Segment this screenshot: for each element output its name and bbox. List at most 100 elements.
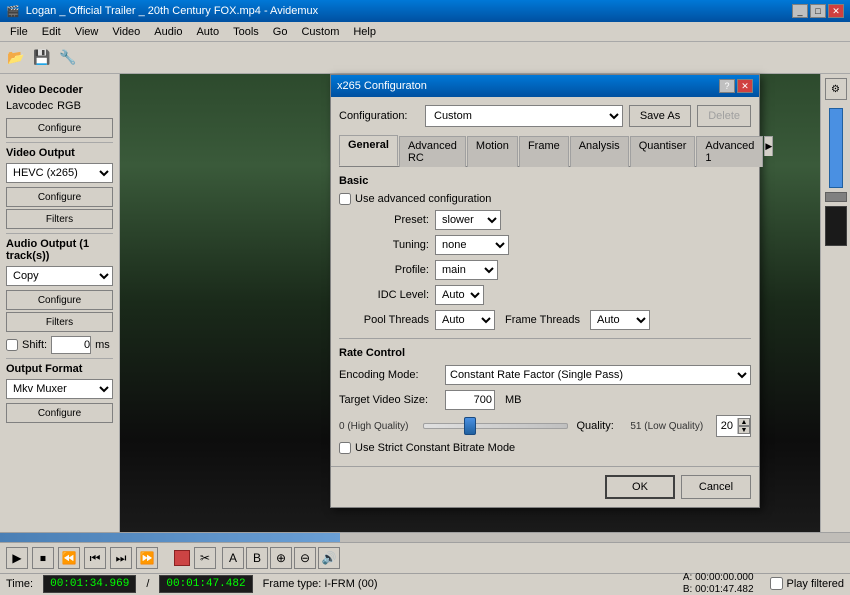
close-button[interactable]: ✕	[828, 4, 844, 18]
left-panel: Video Decoder Lavcodec RGB Configure Vid…	[0, 74, 120, 532]
fast-forward-button[interactable]: ⏩	[136, 547, 158, 569]
dialog-help-button[interactable]: ?	[719, 79, 735, 93]
maximize-button[interactable]: □	[810, 4, 826, 18]
encoding-mode-row: Encoding Mode: Constant Rate Factor (Sin…	[339, 365, 751, 385]
use-advanced-label: Use advanced configuration	[355, 193, 491, 205]
right-panel: ⚙	[820, 74, 850, 532]
menu-file[interactable]: File	[4, 24, 34, 40]
quality-value: 20	[717, 420, 737, 432]
idc-level-label: IDC Level:	[339, 289, 429, 301]
timeline-bar[interactable]	[0, 533, 850, 543]
right-slider[interactable]	[829, 108, 843, 188]
delete-button[interactable]: Delete	[697, 105, 751, 127]
video-decoder-title: Video Decoder	[6, 84, 113, 96]
video-output-title: Video Output	[6, 147, 113, 159]
pool-threads-select[interactable]: Auto	[435, 310, 495, 330]
menu-audio[interactable]: Audio	[148, 24, 188, 40]
tab-general[interactable]: General	[339, 135, 398, 166]
tab-advanced-rc[interactable]: Advanced RC	[399, 136, 466, 167]
tab-advanced1[interactable]: Advanced 1	[696, 136, 763, 167]
toolbar-settings-button[interactable]: 🔧	[56, 46, 80, 70]
quality-label-left: 0 (High Quality)	[339, 421, 419, 432]
lavcodec-label: Lavcodec	[6, 100, 53, 112]
quality-slider-thumb[interactable]	[464, 417, 476, 435]
config-select[interactable]: Custom	[425, 105, 623, 127]
minimize-button[interactable]: _	[792, 4, 808, 18]
play-button[interactable]: ▶	[6, 547, 28, 569]
idc-level-select[interactable]: Auto	[435, 285, 484, 305]
encoding-mode-select[interactable]: Constant Rate Factor (Single Pass)	[445, 365, 751, 385]
preset-select[interactable]: slower slow medium fast	[435, 210, 501, 230]
video-decoder-configure-button[interactable]: Configure	[6, 118, 113, 138]
menu-go[interactable]: Go	[267, 24, 294, 40]
tab-analysis[interactable]: Analysis	[570, 136, 629, 167]
rewind-button[interactable]: ⏪	[58, 547, 80, 569]
menu-edit[interactable]: Edit	[36, 24, 67, 40]
profile-select[interactable]: main main10 main12	[435, 260, 498, 280]
dialog-close-button[interactable]: ✕	[737, 79, 753, 93]
btn-a[interactable]: A	[222, 547, 244, 569]
play-filtered-checkbox[interactable]	[770, 577, 783, 590]
btn-d[interactable]: ⊖	[294, 547, 316, 569]
video-output-configure-button[interactable]: Configure	[6, 187, 113, 207]
x265-dialog: x265 Configuraton ? ✕ Configuration: Cus…	[330, 74, 760, 508]
use-advanced-checkbox[interactable]	[339, 193, 351, 205]
cancel-button[interactable]: Cancel	[681, 475, 751, 499]
menu-help[interactable]: Help	[347, 24, 382, 40]
menu-video[interactable]: Video	[106, 24, 146, 40]
play-filtered-label: Play filtered	[787, 578, 844, 590]
tuning-label: Tuning:	[339, 239, 429, 251]
shift-label: Shift:	[22, 339, 47, 351]
time-label: Time:	[6, 578, 33, 590]
record-button[interactable]	[174, 550, 190, 566]
cut-button[interactable]: ✂	[194, 547, 216, 569]
target-video-size-row: Target Video Size: MB	[339, 390, 751, 410]
save-as-button[interactable]: Save As	[629, 105, 691, 127]
right-panel-btn[interactable]: ⚙	[825, 78, 847, 100]
right-thumb[interactable]	[825, 192, 847, 202]
menu-tools[interactable]: Tools	[227, 24, 265, 40]
shift-input[interactable]	[51, 336, 91, 354]
pool-threads-label: Pool Threads	[339, 314, 429, 326]
frame-threads-select[interactable]: Auto	[590, 310, 650, 330]
tab-motion[interactable]: Motion	[467, 136, 518, 167]
quality-spinner: ▲ ▼	[737, 418, 750, 434]
stop-button[interactable]: ⏹	[32, 547, 54, 569]
btn-e[interactable]: 🔊	[318, 547, 340, 569]
quality-up-button[interactable]: ▲	[738, 418, 750, 426]
playback-controls: ▶ ⏹ ⏪ ⏮ ⏭ ⏩ ✂ A B ⊕ ⊖ 🔊	[0, 543, 850, 573]
tab-quantiser[interactable]: Quantiser	[630, 136, 696, 167]
audio-output-codec-select[interactable]: Copy	[6, 266, 113, 286]
menu-custom[interactable]: Custom	[295, 24, 345, 40]
btn-c[interactable]: ⊕	[270, 547, 292, 569]
prev-button[interactable]: ⏮	[84, 547, 106, 569]
dialog-title: x265 Configuraton	[337, 80, 427, 92]
next-button[interactable]: ⏭	[110, 547, 132, 569]
extra-buttons: A B ⊕ ⊖ 🔊	[222, 547, 340, 569]
output-format-configure-button[interactable]: Configure	[6, 403, 113, 423]
use-advanced-row: Use advanced configuration	[339, 193, 751, 205]
target-video-size-input[interactable]	[445, 390, 495, 410]
audio-output-filters-button[interactable]: Filters	[6, 312, 113, 332]
quality-slider-row: 0 (High Quality) Quality: 51 (Low Qualit…	[339, 415, 751, 437]
frame-type-label: Frame type: I-FRM (00)	[263, 578, 378, 590]
b-label: B: 00:01:47.482	[683, 584, 754, 595]
video-output-filters-button[interactable]: Filters	[6, 209, 113, 229]
pool-frame-threads-row: Pool Threads Auto Frame Threads Auto	[339, 310, 751, 330]
output-format-select[interactable]: Mkv Muxer	[6, 379, 113, 399]
menu-auto[interactable]: Auto	[190, 24, 225, 40]
tuning-select[interactable]: none animation grain	[435, 235, 509, 255]
shift-checkbox[interactable]	[6, 339, 18, 351]
video-output-codec-select[interactable]: HEVC (x265)	[6, 163, 113, 183]
audio-output-configure-button[interactable]: Configure	[6, 290, 113, 310]
quality-down-button[interactable]: ▼	[738, 426, 750, 434]
tab-frame[interactable]: Frame	[519, 136, 569, 167]
strict-cbr-checkbox[interactable]	[339, 442, 351, 454]
tab-scroll-arrow[interactable]: ▶	[764, 136, 773, 156]
ok-button[interactable]: OK	[605, 475, 675, 499]
btn-b[interactable]: B	[246, 547, 268, 569]
preset-label: Preset:	[339, 214, 429, 226]
menu-view[interactable]: View	[69, 24, 105, 40]
toolbar-save-button[interactable]: 💾	[30, 46, 54, 70]
toolbar-open-button[interactable]: 📂	[4, 46, 28, 70]
